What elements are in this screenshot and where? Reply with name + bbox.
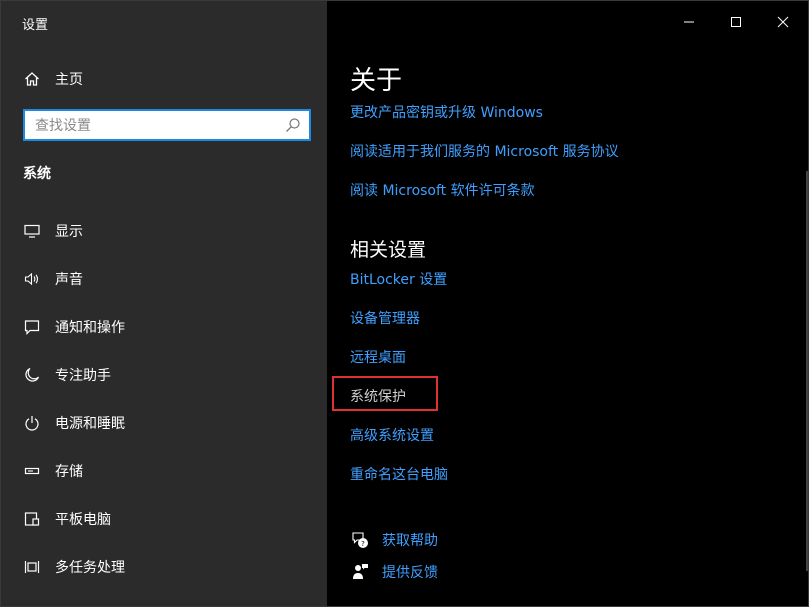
- speaker-icon: [23, 270, 41, 288]
- link-system-protection[interactable]: 系统保护: [350, 386, 406, 406]
- link-license-terms[interactable]: 阅读 Microsoft 软件许可条款: [350, 180, 535, 200]
- link-rename-pc[interactable]: 重命名这台电脑: [350, 464, 448, 484]
- search-input[interactable]: [33, 115, 277, 137]
- link-device-manager[interactable]: 设备管理器: [350, 308, 420, 328]
- related-settings-heading: 相关设置: [350, 239, 427, 261]
- maximize-button[interactable]: [713, 1, 759, 43]
- minimize-icon: [683, 13, 695, 32]
- sidebar-item-power[interactable]: 电源和睡眠: [1, 403, 327, 443]
- sidebar-item-sound[interactable]: 声音: [1, 259, 327, 299]
- close-icon: [777, 13, 789, 32]
- link-services-agreement[interactable]: 阅读适用于我们服务的 Microsoft 服务协议: [350, 141, 619, 161]
- get-help-link[interactable]: ? 获取帮助: [350, 530, 438, 550]
- search-icon[interactable]: [285, 117, 301, 133]
- search-box[interactable]: [23, 109, 311, 141]
- link-change-product-key[interactable]: 更改产品密钥或升级 Windows: [350, 102, 543, 122]
- home-icon: [23, 70, 41, 88]
- sidebar-item-home[interactable]: 主页: [1, 59, 327, 99]
- help-label: 获取帮助: [382, 533, 438, 549]
- sidebar: 设置 主页 系统 显示 声音: [1, 1, 327, 606]
- settings-window: 设置 主页 系统 显示 声音: [0, 0, 809, 607]
- scrollbar[interactable]: [806, 171, 808, 571]
- sidebar-item-focus-assist[interactable]: 专注助手: [1, 355, 327, 395]
- main-content: 关于 更改产品密钥或升级 Windows 阅读适用于我们服务的 Microsof…: [327, 1, 808, 606]
- feedback-icon: [350, 562, 370, 582]
- maximize-icon: [730, 13, 742, 32]
- sidebar-item-label: 显示: [55, 224, 83, 240]
- multitasking-icon: [23, 558, 41, 576]
- link-remote-desktop[interactable]: 远程桌面: [350, 347, 406, 367]
- link-bitlocker[interactable]: BitLocker 设置: [350, 269, 447, 289]
- feedback-label: 提供反馈: [382, 565, 438, 581]
- link-advanced-system-settings[interactable]: 高级系统设置: [350, 425, 434, 445]
- sidebar-item-label: 专注助手: [55, 368, 111, 384]
- sidebar-item-tablet[interactable]: 平板电脑: [1, 499, 327, 539]
- sidebar-item-label: 平板电脑: [55, 512, 111, 528]
- storage-icon: [23, 462, 41, 480]
- section-title: 系统: [23, 166, 51, 182]
- tablet-icon: [23, 510, 41, 528]
- sidebar-item-label: 主页: [55, 72, 83, 88]
- sidebar-item-label: 多任务处理: [55, 560, 125, 576]
- sidebar-item-label: 通知和操作: [55, 320, 125, 336]
- svg-text:?: ?: [361, 540, 365, 548]
- sidebar-item-notifications[interactable]: 通知和操作: [1, 307, 327, 347]
- feedback-link[interactable]: 提供反馈: [350, 562, 438, 582]
- notification-icon: [23, 318, 41, 336]
- sidebar-item-display[interactable]: 显示: [1, 211, 327, 251]
- sidebar-item-label: 声音: [55, 272, 83, 288]
- page-title: 关于: [350, 66, 403, 96]
- sidebar-item-label: 电源和睡眠: [55, 416, 125, 432]
- app-title: 设置: [22, 18, 49, 33]
- sidebar-item-multitasking[interactable]: 多任务处理: [1, 547, 327, 587]
- monitor-icon: [23, 222, 41, 240]
- minimize-button[interactable]: [666, 1, 712, 43]
- sidebar-item-label: 存储: [55, 464, 83, 480]
- help-chat-icon: ?: [350, 530, 370, 550]
- power-icon: [23, 414, 41, 432]
- moon-icon: [23, 366, 41, 384]
- close-button[interactable]: [760, 1, 806, 43]
- sidebar-item-storage[interactable]: 存储: [1, 451, 327, 491]
